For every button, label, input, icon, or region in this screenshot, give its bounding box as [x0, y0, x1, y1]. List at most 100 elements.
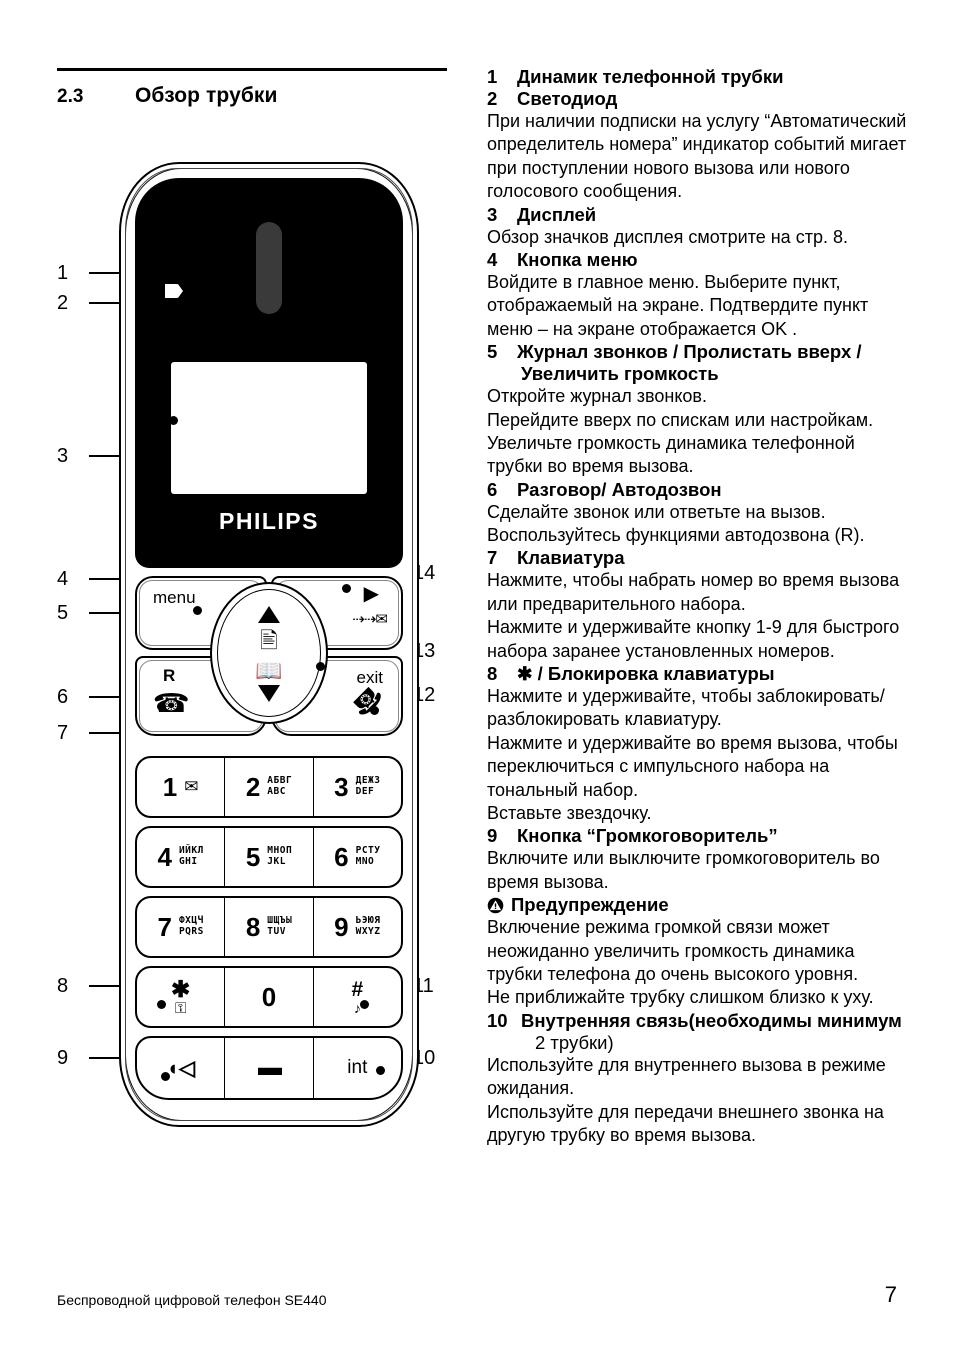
legend-item-10-title: Внутренняя связь [521, 1009, 689, 1031]
key-star[interactable]: ✱ ⚿ [137, 968, 226, 1026]
philips-logo: PHILIPS [219, 508, 319, 534]
callout-7: 7 [57, 722, 69, 744]
dot-callout-6 [157, 702, 166, 711]
legend-item-8-title: ✱ / Блокировка клавиатуры [517, 663, 775, 685]
legend-item-4-number: 4 [487, 248, 498, 270]
keypad-row: ✱ ⚿ 0 # ♪ [135, 966, 403, 1028]
nav-down-arrow-icon [258, 685, 280, 702]
legend-item-2-title: Светодиод [517, 88, 618, 109]
dot-callout-9 [161, 1072, 170, 1081]
callout-4: 4 [57, 568, 69, 590]
key-7[interactable]: 7 ФХЦЧ PQRS [137, 898, 226, 956]
keylock-icon: ⚿ [174, 1000, 187, 1018]
key-4-number: 4 [157, 841, 172, 872]
page-number: 7 [884, 1282, 897, 1307]
key-9-number: 9 [334, 911, 349, 942]
menu-softkey-label: menu [153, 588, 196, 607]
legend-item-4-body: Войдите в главное меню. Выберите пункт, … [487, 271, 869, 339]
section-heading: 2.3 Обзор трубки [57, 84, 457, 108]
key-4[interactable]: 4 ИЙКЛ GHI [137, 828, 226, 886]
key-hash[interactable]: # ♪ [314, 968, 401, 1026]
int-label: int [347, 1057, 368, 1078]
legend-item-5-body-1: Откройте журнал звонков. [487, 386, 707, 407]
key-1-number: 1 [162, 771, 178, 802]
callout-9: 9 [57, 1047, 69, 1069]
earpiece-speaker-icon [256, 222, 282, 314]
legend-item-9: 9 Кнопка “Громкоговоритель” [487, 825, 907, 847]
legend-item-4: 4 Кнопка меню [487, 249, 907, 271]
dot-callout-14 [342, 584, 351, 593]
legend-column: 1 Динамик телефонной трубки 2 Светодиод … [487, 66, 907, 1147]
key-int[interactable]: int [314, 1038, 401, 1098]
legend-item-2-number: 2 [487, 88, 498, 109]
dot-callout-3 [169, 416, 178, 425]
warning-body-1: Включение режима громкой связи может нео… [487, 917, 859, 984]
dot-callout-10 [376, 1066, 385, 1075]
key-3-letters: ДЕЖЗ DEF [355, 775, 381, 797]
legend-item-9-title: Кнопка “Громкоговоритель” [517, 825, 778, 847]
voicemail-icon: ✉ [184, 777, 199, 796]
page-footer: Беспроводной цифровой телефон SE440 7 [57, 1282, 897, 1308]
key-5-letters: МНОП JKL [267, 845, 293, 867]
skip-message-icon: ⇢⇢✉ [352, 611, 388, 628]
header-rule [57, 68, 447, 71]
key-7-letters: ФХЦЧ PQRS [178, 915, 204, 937]
legend-item-5-body-2: Перейдите вверх по спискам или настройка… [487, 409, 874, 430]
callout-5: 5 [57, 602, 69, 624]
keypad-row: ◖◁ ▬ int [135, 1036, 403, 1100]
legend-item-1-title: Динамик телефонной трубки [517, 66, 784, 87]
key-0-number: 0 [261, 981, 277, 1012]
callout-3: 3 [57, 445, 69, 467]
speakerphone-icon: ◖◁ [166, 1056, 196, 1080]
legend-item-1: 1 Динамик телефонной трубки [487, 66, 907, 88]
legend-item-5-title: Журнал звонков / Пролистать вверх / [517, 341, 862, 363]
key-1[interactable]: 1 ✉ [137, 758, 226, 816]
key-5[interactable]: 5 МНОП JKL [225, 828, 314, 886]
legend-item-9-number: 9 [487, 825, 498, 847]
warning-triangle-icon [487, 897, 504, 914]
legend-item-3: 3 Дисплей [487, 204, 907, 226]
legend-item-3-body: Обзор значков дисплея смотрите на стр. 8… [487, 226, 848, 247]
legend-item-3-number: 3 [487, 203, 498, 225]
key-6-number: 6 [334, 841, 349, 872]
key-3[interactable]: 3 ДЕЖЗ DEF [314, 758, 401, 816]
legend-item-5-title-line2: Увеличить громкость [521, 363, 719, 385]
legend-item-5-number: 5 [487, 341, 498, 363]
key-9[interactable]: 9 ЬЭЮЯ WXYZ [314, 898, 401, 956]
section-title: Обзор трубки [135, 84, 278, 107]
key-2[interactable]: 2 АБВГ ABC [225, 758, 314, 816]
call-log-icon: 🖹 [260, 628, 278, 653]
warning-body-2: Не приближайте трубку слишком близко к у… [487, 987, 874, 1008]
legend-item-10-title-tail: (необходимы минимум [688, 1009, 902, 1031]
keypad-row: 7 ФХЦЧ PQRS 8 ШЩЪЫ TUV 9 ЬЭЮЯ WXYZ [135, 896, 403, 958]
key-0[interactable]: 0 [225, 968, 314, 1026]
key-center-bar[interactable]: ▬ [225, 1038, 314, 1098]
handset-front-panel: PHILIPS [135, 178, 403, 568]
led-indicator-icon [165, 284, 183, 298]
legend-item-10-body-1: Используйте для внутреннего вызова в реж… [487, 1054, 886, 1099]
key-speakerphone[interactable]: ◖◁ [137, 1038, 226, 1098]
key-6[interactable]: 6 РСТУ MNO [314, 828, 401, 886]
legend-item-5-body-3: Увеличьте громкость динамика телефонной … [487, 432, 855, 477]
key-8-number: 8 [245, 911, 261, 942]
key-6-letters: РСТУ MNO [355, 845, 381, 867]
bar-icon: ▬ [257, 1054, 282, 1081]
handset-diagram: 1 2 3 4 5 6 7 8 9 14 13 12 11 10 PHILIPS… [57, 150, 477, 1160]
callout-8: 8 [57, 975, 69, 997]
key-8[interactable]: 8 ШЩЪЫ TUV [225, 898, 314, 956]
warning-heading-label: Предупреждение [511, 894, 669, 916]
legend-item-6-body-2: Воспользуйтесь функциями автодозвона (R)… [487, 525, 865, 546]
legend-item-8-number: 8 [487, 663, 498, 685]
key-5-number: 5 [245, 841, 261, 872]
keypad: 1 ✉ 2 АБВГ ABC 3 ДЕЖЗ DEF 4 ИЙКЛ GHI 5 М… [135, 756, 403, 1108]
key-9-letters: ЬЭЮЯ WXYZ [355, 915, 381, 937]
legend-item-4-title: Кнопка меню [517, 248, 638, 270]
key-7-number: 7 [157, 911, 172, 942]
callout-1: 1 [57, 262, 69, 284]
footer-product-name: Беспроводной цифровой телефон SE440 [57, 1292, 327, 1308]
legend-item-2: 2 Светодиод [487, 88, 907, 110]
navigation-ring[interactable]: 🖹 📖 [210, 582, 328, 724]
phonebook-icon: 📖 [255, 658, 283, 683]
legend-item-6-body-1: Сделайте звонок или ответьте на вызов. [487, 501, 826, 522]
legend-item-6: 6 Разговор/ Автодозвон [487, 479, 907, 501]
